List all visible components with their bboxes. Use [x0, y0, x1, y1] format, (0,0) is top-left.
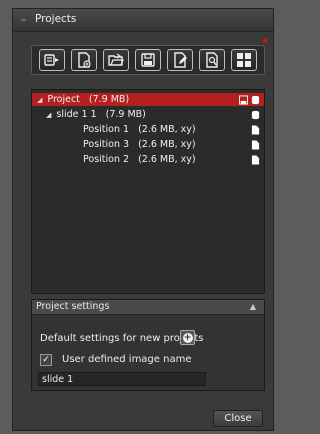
open-folder-button[interactable]: [103, 49, 129, 71]
user-defined-name-checkbox[interactable]: ✓: [40, 354, 52, 366]
save-button[interactable]: [135, 49, 161, 71]
position-label: Position 2: [83, 154, 130, 165]
file-icon: [251, 140, 260, 149]
new-project-button[interactable]: [39, 49, 65, 71]
default-settings-label: Default settings for new projects: [40, 333, 204, 344]
tree-row-position[interactable]: Position 2 (2.6 MB, xy): [32, 153, 264, 166]
new-file-button[interactable]: [71, 49, 97, 71]
search-icon: [206, 52, 218, 68]
image-name-input[interactable]: [38, 372, 206, 386]
file-icon: [251, 155, 260, 164]
position-label: Position 3: [83, 139, 130, 150]
expand-arrow-icon[interactable]: ◢: [37, 96, 42, 104]
position-size: (2.6 MB, xy): [138, 139, 196, 150]
save-icon: [141, 53, 155, 67]
collapse-icon[interactable]: –: [21, 13, 27, 26]
project-tree: ◢ Project (7.9 MB) ◢ slide 1 1 (7.9 MB) …: [31, 89, 265, 294]
projects-window: – Projects ◢ Project (7.9 MB) ◢ slide 1 …: [12, 8, 274, 431]
toolbar: [31, 45, 265, 75]
new-file-icon: [78, 52, 91, 68]
new-project-icon: [44, 54, 59, 66]
position-size: (2.6 MB, xy): [138, 124, 196, 135]
window-title: Projects: [35, 13, 77, 25]
status-dot-icon: [263, 39, 267, 43]
file-icon: [251, 125, 260, 134]
position-label: Position 1: [83, 124, 130, 135]
slide-label: slide 1 1: [56, 109, 97, 120]
tree-row-position[interactable]: Position 1 (2.6 MB, xy): [32, 123, 264, 136]
database-icon: [251, 95, 260, 104]
grid-button[interactable]: [231, 49, 257, 71]
tree-row-position[interactable]: Position 3 (2.6 MB, xy): [32, 138, 264, 151]
slide-size: (7.9 MB): [105, 109, 146, 120]
database-icon: [251, 110, 260, 119]
plus-icon: +: [182, 332, 193, 343]
project-settings-panel: Project settings ▲ Default settings for …: [31, 299, 265, 391]
close-button[interactable]: Close: [213, 410, 263, 427]
tree-row-slide[interactable]: ◢ slide 1 1 (7.9 MB): [32, 108, 264, 121]
project-size: (7.9 MB): [88, 94, 130, 105]
add-default-settings-button[interactable]: +: [180, 330, 195, 345]
save-icon[interactable]: [239, 95, 248, 105]
edit-file-icon: [174, 52, 187, 68]
expand-arrow-icon[interactable]: ◢: [46, 111, 51, 119]
tree-row-project[interactable]: ◢ Project (7.9 MB): [32, 93, 264, 106]
grid-icon: [237, 53, 251, 67]
user-defined-name-label: User defined image name: [62, 354, 192, 365]
collapse-arrow-icon[interactable]: ▲: [250, 300, 256, 314]
open-folder-icon: [108, 53, 124, 66]
position-size: (2.6 MB, xy): [138, 154, 196, 165]
title-bar: – Projects: [13, 9, 273, 32]
search-button[interactable]: [199, 49, 225, 71]
project-settings-title: Project settings: [36, 301, 110, 312]
edit-file-button[interactable]: [167, 49, 193, 71]
project-label: Project: [47, 94, 80, 105]
project-settings-header[interactable]: Project settings ▲: [32, 300, 264, 315]
